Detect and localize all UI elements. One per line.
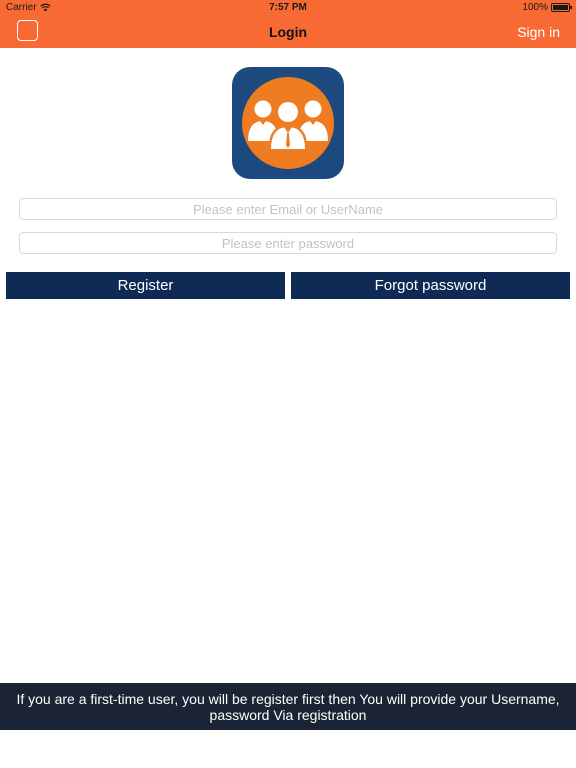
password-input[interactable]: [19, 232, 557, 254]
battery-percent: 100%: [522, 2, 548, 13]
forgot-password-button[interactable]: Forgot password: [291, 272, 570, 299]
app-logo: [232, 67, 344, 179]
status-bar: Carrier 7:57 PM 100%: [0, 0, 576, 16]
battery-icon: [551, 3, 572, 12]
status-time: 7:57 PM: [269, 2, 307, 13]
status-battery: 100%: [522, 2, 572, 13]
sign-in-button[interactable]: Sign in: [517, 24, 560, 40]
login-screen: Carrier 7:57 PM 100% Login Sign in Pleas…: [0, 0, 576, 768]
page-title: Login: [268, 24, 308, 40]
group-of-people-icon: [242, 77, 334, 169]
register-button[interactable]: Register: [6, 272, 285, 299]
email-username-input[interactable]: [19, 198, 557, 220]
notice-text: If you are a first-time user, you will b…: [16, 690, 560, 723]
first-time-user-notice: If you are a first-time user, you will b…: [0, 683, 576, 730]
nav-bar: Login Sign in: [0, 16, 576, 48]
